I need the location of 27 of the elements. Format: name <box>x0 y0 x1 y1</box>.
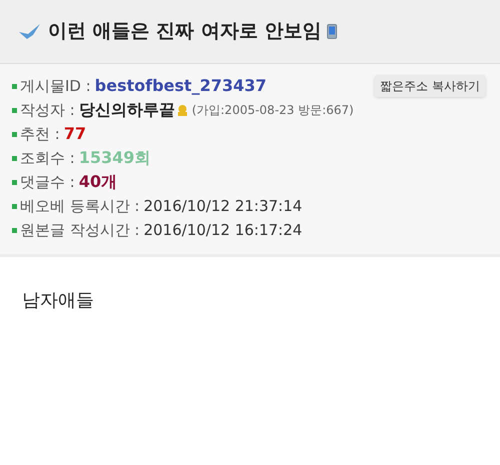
bullet-icon <box>12 180 17 184</box>
bullet-icon <box>12 108 17 112</box>
field-value: 2016/10/12 16:17:24 <box>144 220 302 241</box>
field-value: 15349회 <box>78 147 150 169</box>
field-label: 베오베 등록시간 : <box>20 196 140 217</box>
bullet-icon <box>12 228 17 232</box>
field-value: 당신의하루끝 <box>78 99 175 121</box>
field-label: 게시물ID : <box>20 76 91 97</box>
post-title: 이런 애들은 진짜 여자로 안보임 <box>48 19 322 44</box>
field-value: bestofbest_273437 <box>94 75 266 97</box>
copy-link-button[interactable]: 짧은주소 복사하기 <box>374 75 486 97</box>
post-body: 남자애들 <box>21 289 95 313</box>
bullet-icon <box>12 204 17 208</box>
bullet-icon <box>12 84 17 88</box>
field-label: 원본글 작성시간 : <box>20 220 140 241</box>
field-label: 추천 : <box>20 124 60 145</box>
phone-icon <box>327 24 338 39</box>
join-info: (가입:2005-08-23 방문:667) <box>192 102 354 119</box>
field-value: 77 <box>64 123 86 145</box>
field-value: 2016/10/12 21:37:14 <box>144 196 302 217</box>
field-label: 조회수 : <box>20 148 75 169</box>
bullet-icon <box>12 156 17 160</box>
badge-icon <box>176 104 189 116</box>
field-value: 40개 <box>78 171 118 193</box>
field-label: 작성자 : <box>20 100 75 121</box>
field-label: 댓글수 : <box>20 172 75 193</box>
bullet-icon <box>12 132 17 136</box>
